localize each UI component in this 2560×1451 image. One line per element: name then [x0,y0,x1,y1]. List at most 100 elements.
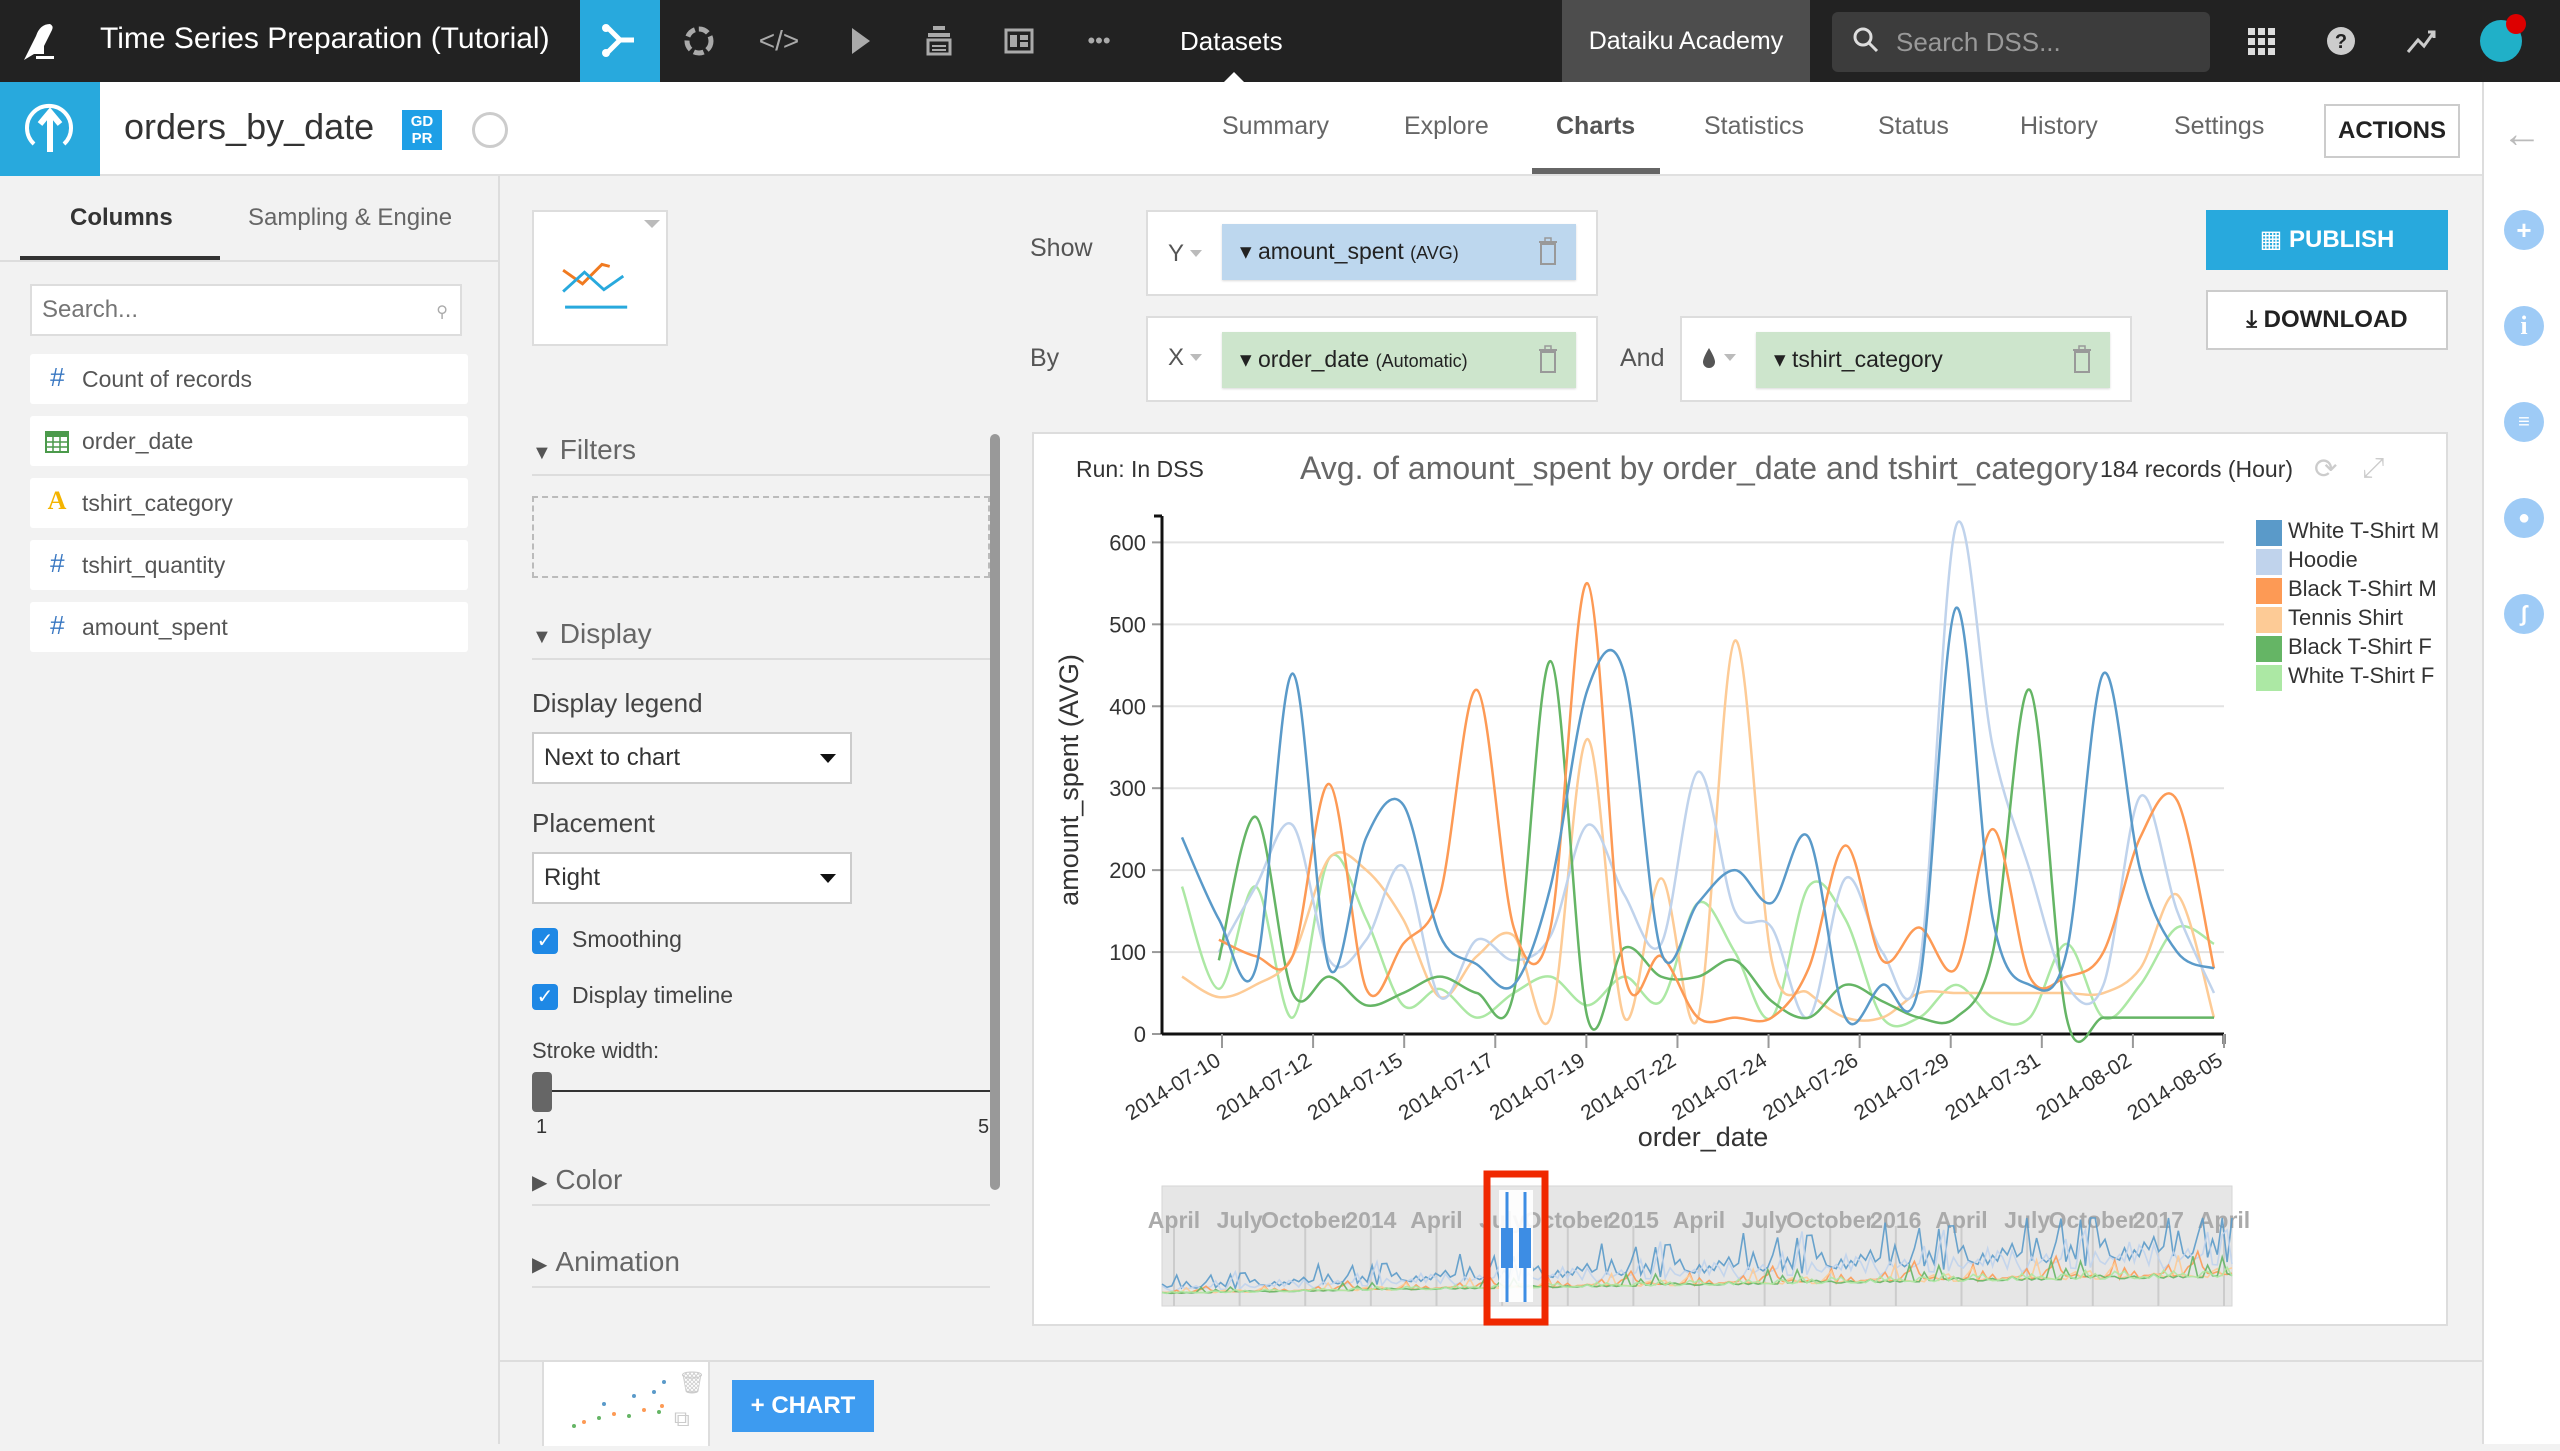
y-tick-label: 0 [1134,1022,1146,1047]
timeline-label: 2015 [1608,1207,1659,1233]
duplicate-chart-icon[interactable]: ⧉ [674,1406,690,1432]
discussion-icon[interactable]: ● [2504,498,2544,538]
x-dimension-pill[interactable]: ▾ order_date (Automatic) [1222,332,1576,388]
stroke-width-slider-track[interactable] [532,1090,992,1092]
x-axis-shelf[interactable]: X ▾ order_date (Automatic) [1146,316,1598,402]
top-navigation-bar: Time Series Preparation (Tutorial) </> •… [0,0,2560,82]
color-dimension-pill[interactable]: ▾ tshirt_category [1756,332,2110,388]
dimension-name: order_date [1257,346,1370,372]
date-type-icon [45,431,69,453]
trash-icon[interactable] [2072,344,2092,376]
delete-chart-icon[interactable]: 🗑 [678,1370,706,1396]
publish-icon: ▦ [2259,226,2289,253]
tab-history[interactable]: History [2020,112,2098,141]
compass-icon[interactable] [472,112,508,148]
x-tick-label: 2014-07-17 [1395,1049,1498,1125]
series-line-white-t-shirt-f [1180,853,2215,1028]
help-icon[interactable]: ? [2320,20,2362,62]
more-icon[interactable]: ••• [1076,18,1122,64]
trash-icon[interactable] [1538,344,1558,376]
column-item[interactable]: # Count of records [30,354,468,404]
chevron-down-icon[interactable] [1190,250,1202,257]
y-axis-title: amount_spent (AVG) [1054,654,1084,906]
display-legend-select[interactable]: Next to chart [532,732,852,784]
chevron-down-icon[interactable] [1724,354,1736,361]
chart-type-selector[interactable] [532,210,668,346]
dataiku-academy-button[interactable]: Dataiku Academy [1562,0,1810,82]
animation-section-toggle[interactable]: ▶ Animation [532,1246,680,1278]
dataiku-logo-icon[interactable] [14,16,64,66]
chevron-down-icon[interactable] [1190,354,1202,361]
activity-trend-icon[interactable] [2400,20,2442,62]
x-tick-label: 2014-08-05 [2123,1049,2226,1125]
caret-down-icon: ▾ [1240,238,1258,264]
placement-select[interactable]: Right [532,852,852,904]
dashboards-icon[interactable] [996,18,1042,64]
tab-settings[interactable]: Settings [2174,112,2264,141]
gdpr-badge[interactable]: GD PR [402,110,442,150]
y-tick-label: 200 [1109,858,1146,883]
dataset-header: orders_by_date GD PR Summary Explore Char… [0,82,2482,176]
tab-sampling-engine[interactable]: Sampling & Engine [248,204,452,232]
back-arrow-icon[interactable]: ← [2502,112,2542,157]
apps-grid-icon[interactable] [2240,20,2282,62]
column-item[interactable]: # amount_spent [30,602,468,652]
filter-drop-zone[interactable] [532,496,990,578]
aggregation-label: (AVG) [1410,243,1459,263]
tab-status[interactable]: Status [1878,112,1949,141]
deploy-icon[interactable] [916,18,962,64]
y-tick-label: 500 [1109,612,1146,637]
measure-name: amount_spent [1257,238,1404,264]
caret-right-icon: ▶ [532,1172,548,1194]
svg-text:?: ? [2335,31,2347,53]
columns-panel: Columns Sampling & Engine ⚲ # Count of r… [0,176,500,1444]
display-section-toggle[interactable]: ▼ Display [532,618,652,650]
stroke-width-slider-handle[interactable] [532,1072,552,1112]
color-shelf[interactable]: ▾ tshirt_category [1680,316,2132,402]
info-icon[interactable]: i [2504,306,2544,346]
chart-thumbnail[interactable]: 🗑 ⧉ [542,1362,710,1446]
column-search[interactable]: ⚲ [30,284,462,336]
x-tick-label: 2014-07-29 [1850,1049,1953,1125]
y-axis-shelf[interactable]: Y ▾ amount_spent (AVG) [1146,210,1598,296]
plus-icon: + [750,1392,772,1419]
tab-charts[interactable]: Charts [1556,112,1635,141]
column-item[interactable]: # tshirt_quantity [30,540,468,590]
search-input[interactable] [1896,22,2196,62]
datasets-nav[interactable]: Datasets [1180,26,1283,57]
add-icon[interactable]: + [2504,210,2544,250]
jobs-icon[interactable] [836,18,882,64]
tab-columns[interactable]: Columns [70,204,173,232]
flow-nav-button[interactable] [580,0,660,82]
y-tick-label: 600 [1109,530,1146,555]
tab-statistics[interactable]: Statistics [1704,112,1804,141]
column-item[interactable]: order_date [30,416,468,466]
timeline-label: October [1261,1207,1349,1233]
list-icon[interactable]: ≡ [2504,402,2544,442]
column-search-input[interactable] [32,286,460,334]
column-item[interactable]: A tshirt_category [30,478,468,528]
config-scrollbar[interactable] [990,434,1000,1190]
line-chart-icon [562,262,628,309]
code-icon[interactable]: </> [756,18,802,64]
smoothing-checkbox[interactable]: ✓ [532,928,558,954]
y-measure-pill[interactable]: ▾ amount_spent (AVG) [1222,224,1576,280]
global-search[interactable] [1832,12,2210,72]
actions-button[interactable]: ACTIONS [2324,104,2460,158]
tab-summary[interactable]: Summary [1222,112,1329,141]
lab-icon[interactable]: ∫ [2504,594,2544,634]
filters-section-toggle[interactable]: ▼ Filters [532,434,636,466]
timeline-label: April [1673,1207,1725,1233]
project-title[interactable]: Time Series Preparation (Tutorial) [100,22,550,56]
tab-explore[interactable]: Explore [1404,112,1489,141]
display-timeline-checkbox[interactable]: ✓ [532,984,558,1010]
active-nav-caret [1224,72,1244,82]
trash-icon[interactable] [1538,236,1558,268]
add-chart-button[interactable]: + CHART [732,1380,874,1432]
download-button[interactable]: ⤓ DOWNLOAD [2206,290,2448,350]
publish-button[interactable]: ▦ PUBLISH [2206,210,2448,270]
color-section-toggle[interactable]: ▶ Color [532,1164,622,1196]
timeline-label: July [1217,1207,1263,1233]
stroke-width-label: Stroke width: [532,1038,660,1063]
recipes-icon[interactable] [676,18,722,64]
